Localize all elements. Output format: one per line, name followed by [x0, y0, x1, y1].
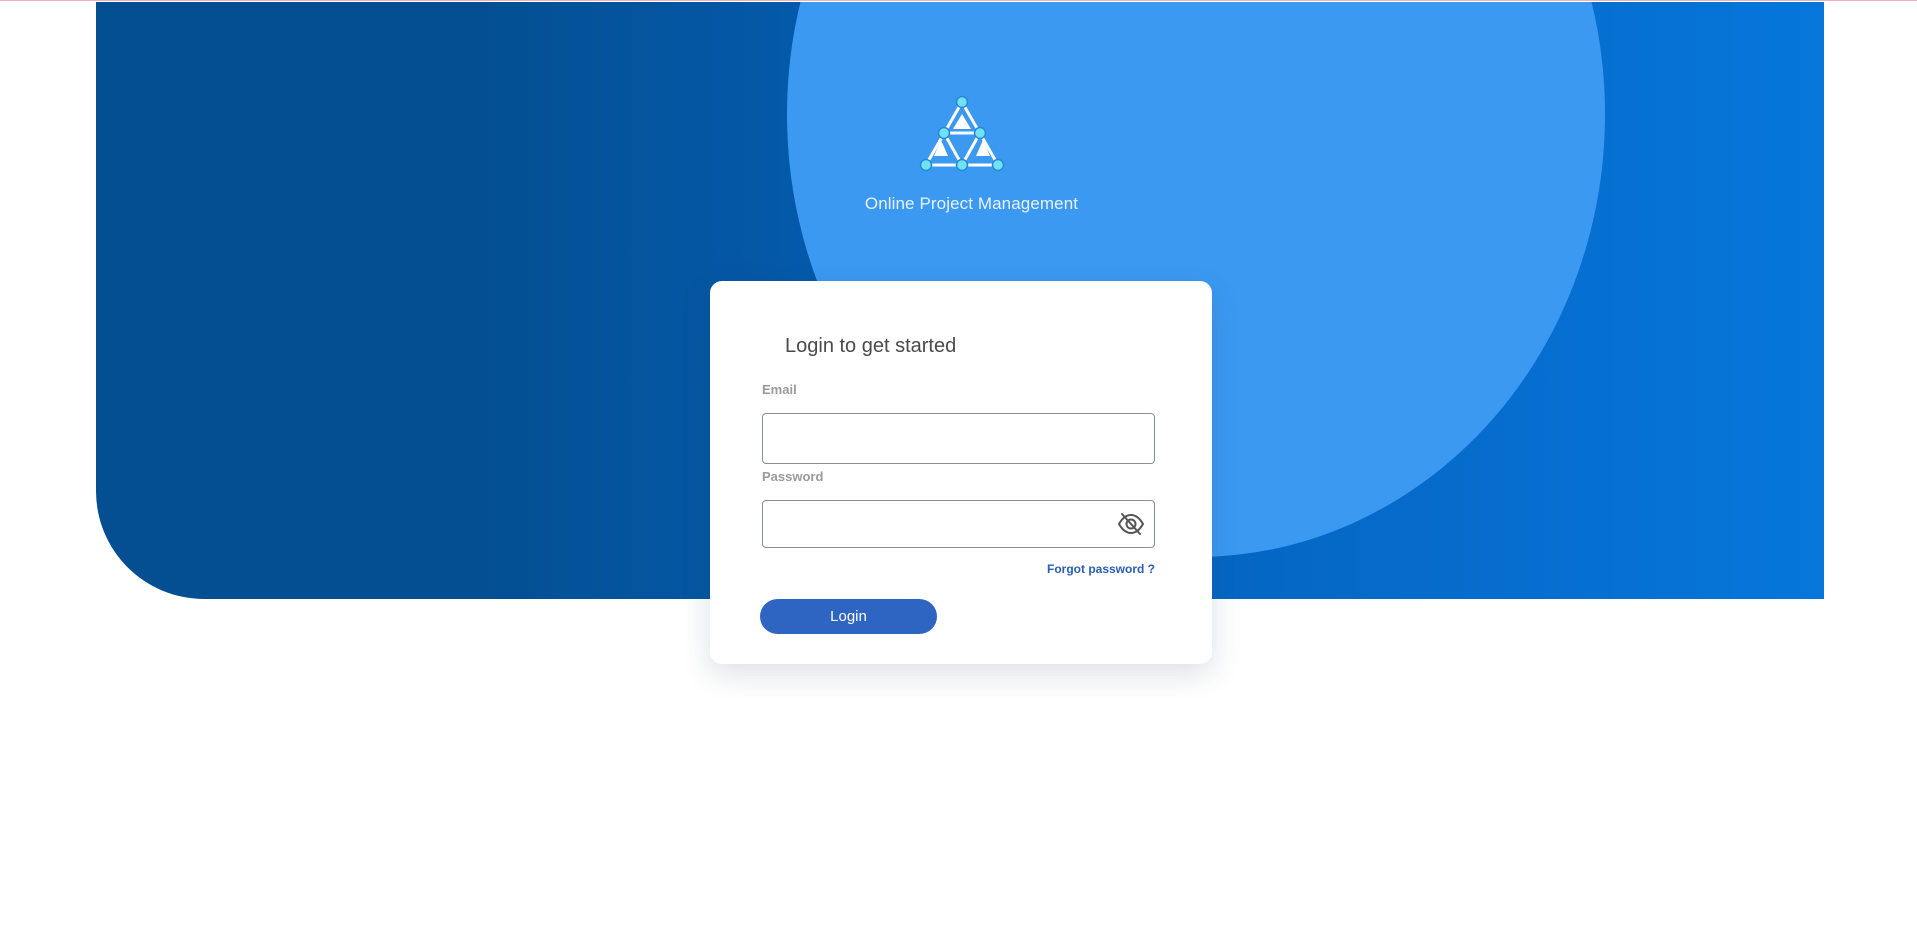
email-field[interactable] [763, 414, 1154, 463]
email-label: Email [762, 382, 797, 397]
login-button[interactable]: Login [760, 599, 937, 634]
eye-slash-icon[interactable] [1117, 512, 1145, 536]
login-card: Login to get started Email Password Forg… [710, 281, 1212, 664]
app-title: Online Project Management [864, 194, 1079, 213]
password-label: Password [762, 469, 824, 484]
login-heading: Login to get started [785, 335, 957, 357]
network-triangle-logo-icon [919, 95, 1005, 172]
password-field[interactable] [763, 501, 1154, 547]
email-field-container [762, 413, 1155, 464]
top-border-line [0, 0, 1917, 1]
password-field-container [762, 500, 1155, 548]
forgot-password-link[interactable]: Forgot password ? [1047, 562, 1155, 576]
